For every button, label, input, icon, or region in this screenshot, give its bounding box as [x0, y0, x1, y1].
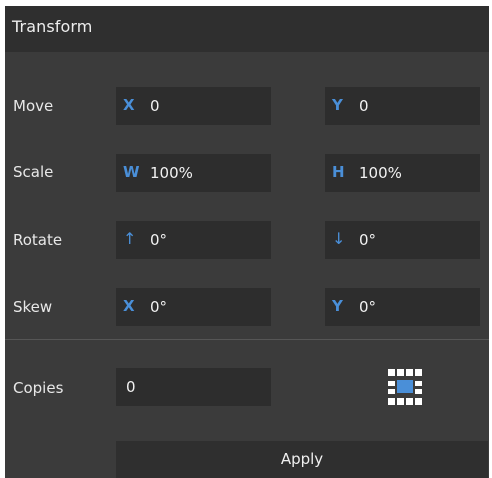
copies-field[interactable]: 0: [116, 368, 271, 406]
scale-label: Scale: [13, 163, 54, 181]
x-axis-label: X: [123, 297, 135, 315]
width-axis-label: W: [123, 163, 140, 181]
transform-panel: Transform Move X 0 Y 0 Scale W 100% H 10…: [5, 6, 489, 478]
skew-x-value: 0°: [150, 298, 168, 316]
rotate-counterclockwise-value: 0°: [359, 231, 377, 249]
move-x-value: 0: [150, 97, 160, 115]
anchor-grid-icon[interactable]: [388, 369, 426, 407]
rotate-clockwise-field[interactable]: ↑ 0°: [116, 221, 271, 259]
copies-value: 0: [126, 378, 136, 396]
panel-header: Transform: [5, 6, 489, 52]
scale-height-field[interactable]: H 100%: [325, 154, 480, 192]
y-axis-label: Y: [332, 297, 343, 315]
move-y-value: 0: [359, 97, 369, 115]
skew-label: Skew: [13, 298, 53, 316]
rotate-label: Rotate: [13, 231, 63, 249]
move-label: Move: [13, 97, 54, 115]
skew-y-value: 0°: [359, 298, 377, 316]
height-axis-label: H: [332, 163, 345, 181]
move-y-field[interactable]: Y 0: [325, 87, 480, 125]
skew-y-field[interactable]: Y 0°: [325, 288, 480, 326]
arrow-down-icon: ↓: [332, 229, 346, 248]
x-axis-label: X: [123, 96, 135, 114]
panel-title: Transform: [12, 17, 93, 36]
arrow-up-icon: ↑: [123, 229, 137, 248]
rotate-counterclockwise-field[interactable]: ↓ 0°: [325, 221, 480, 259]
copies-label: Copies: [13, 379, 64, 397]
section-divider: [5, 339, 489, 340]
skew-x-field[interactable]: X 0°: [116, 288, 271, 326]
scale-width-value: 100%: [150, 164, 193, 182]
move-x-field[interactable]: X 0: [116, 87, 271, 125]
y-axis-label: Y: [332, 96, 343, 114]
scale-width-field[interactable]: W 100%: [116, 154, 271, 192]
apply-button[interactable]: Apply: [116, 441, 488, 478]
scale-height-value: 100%: [359, 164, 402, 182]
rotate-clockwise-value: 0°: [150, 231, 168, 249]
